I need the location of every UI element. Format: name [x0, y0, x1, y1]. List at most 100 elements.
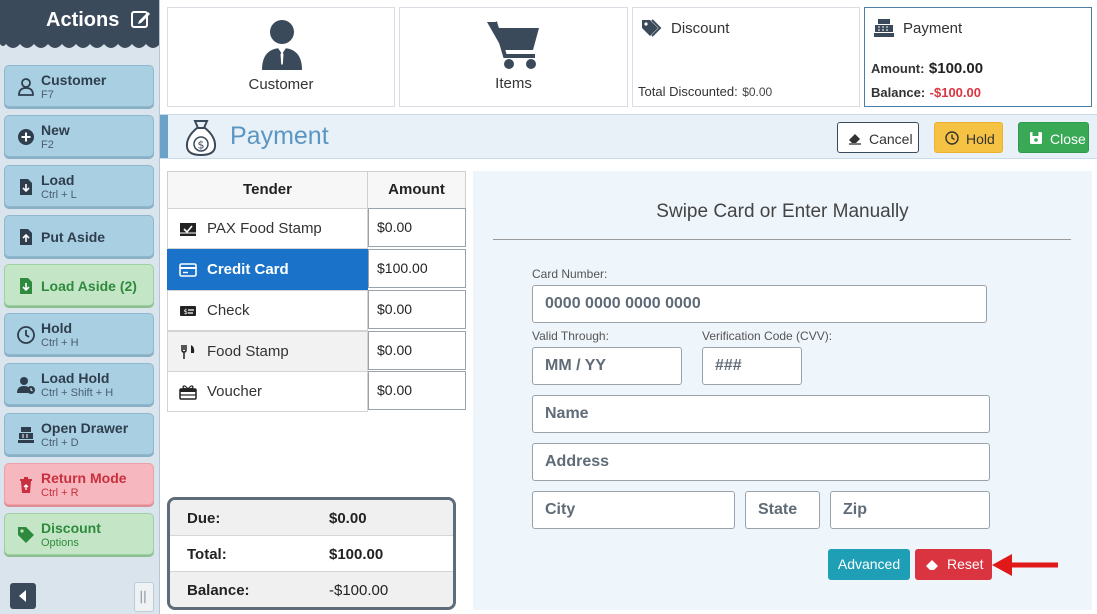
- balance-label: Balance:: [187, 582, 250, 599]
- card-number-label: Card Number:: [532, 267, 608, 281]
- payment-balance-value: -$100.00: [929, 85, 981, 100]
- reset-button[interactable]: Reset: [915, 549, 992, 580]
- payment-amount-label: Amount:: [871, 61, 925, 76]
- utensils-icon: [181, 345, 195, 359]
- name-input[interactable]: Name: [532, 395, 990, 433]
- card-entry-panel: Swipe Card or Enter Manually Card Number…: [473, 171, 1092, 610]
- svg-text:$: $: [198, 139, 205, 152]
- balance-value: -$100.00: [329, 582, 389, 599]
- items-card-label: Items: [495, 75, 532, 92]
- state-input[interactable]: State: [745, 491, 820, 529]
- sidebar-item-label: Return Mode: [41, 470, 127, 486]
- sidebar-item-open-drawer[interactable]: Open Drawer Ctrl + D: [4, 413, 154, 455]
- zip-input[interactable]: Zip: [830, 491, 990, 529]
- hold-button[interactable]: Hold: [934, 122, 1003, 153]
- clock-icon: [945, 131, 959, 145]
- due-label: Due:: [187, 510, 221, 527]
- payment-header-bar: $ Payment Cancel Hold Close: [160, 114, 1097, 159]
- sidebar-scallop: [0, 38, 159, 48]
- tender-row-food-stamp[interactable]: Food Stamp: [167, 331, 368, 372]
- sidebar-item-shortcut: Ctrl + Shift + H: [41, 387, 114, 399]
- address-input[interactable]: Address: [532, 443, 990, 481]
- sidebar-item-discount[interactable]: Discount Options: [4, 513, 154, 555]
- sidebar-item-return-mode[interactable]: Return Mode Ctrl + R: [4, 463, 154, 505]
- cancel-button-label: Cancel: [869, 131, 913, 147]
- file-download-icon: [20, 179, 32, 195]
- tender-row-check[interactable]: $ Check: [167, 290, 368, 331]
- tag-icon: [18, 527, 34, 543]
- sidebar-item-load[interactable]: Load Ctrl + L: [4, 165, 154, 207]
- tender-label: Check: [207, 302, 250, 319]
- valid-through-label: Valid Through:: [532, 329, 609, 343]
- sidebar-item-new[interactable]: New F2: [4, 115, 154, 157]
- sidebar-item-shortcut: Ctrl + H: [41, 337, 79, 349]
- payment-card[interactable]: Payment Amount: $100.00 Balance: -$100.0…: [864, 7, 1092, 107]
- cvv-input[interactable]: ###: [702, 347, 802, 385]
- sidebar-title: Actions: [46, 9, 120, 31]
- shopping-cart-icon: [487, 21, 539, 69]
- sidebar-resize-handle[interactable]: [134, 582, 154, 612]
- tender-row-pax-food-stamp[interactable]: PAX Food Stamp: [167, 208, 368, 249]
- cash-register-icon: [18, 427, 34, 443]
- advanced-button[interactable]: Advanced: [828, 549, 910, 580]
- sidebar-item-shortcut: Options: [41, 537, 79, 549]
- sidebar-item-load-hold[interactable]: Load Hold Ctrl + Shift + H: [4, 363, 154, 405]
- sidebar-item-label: Load Hold: [41, 370, 110, 386]
- items-card[interactable]: Items: [399, 7, 628, 107]
- sidebar-item-label: Open Drawer: [41, 420, 129, 436]
- gift-card-icon: [179, 385, 197, 400]
- city-input[interactable]: City: [532, 491, 735, 529]
- tender-amount-input[interactable]: $0.00: [368, 331, 466, 370]
- edit-icon[interactable]: [130, 8, 152, 30]
- tender-label: PAX Food Stamp: [207, 220, 322, 237]
- sidebar-item-put-aside[interactable]: Put Aside: [4, 215, 154, 257]
- user-tie-icon: [262, 20, 302, 70]
- sidebar-item-load-aside[interactable]: Load Aside (2): [4, 264, 154, 306]
- customer-card[interactable]: Customer: [167, 7, 395, 107]
- user-clock-icon: [17, 377, 35, 394]
- valid-through-input[interactable]: MM / YY: [532, 347, 682, 385]
- tender-row-voucher[interactable]: Voucher: [167, 371, 368, 412]
- actions-sidebar: Actions Customer F7 New F2 Load Ctrl + L…: [0, 0, 160, 614]
- tender-amount-input[interactable]: $0.00: [368, 208, 466, 247]
- close-button-label: Close: [1050, 131, 1086, 147]
- balance-row: Balance: -$100.00: [170, 572, 453, 607]
- amount-column-header: Amount: [367, 171, 466, 209]
- cash-register-icon: [874, 19, 894, 37]
- cvv-label: Verification Code (CVV):: [702, 329, 833, 343]
- total-label: Total:: [187, 546, 227, 563]
- tender-row-credit-card[interactable]: Credit Card: [167, 249, 368, 290]
- close-button[interactable]: Close: [1018, 122, 1089, 153]
- tags-icon: [642, 19, 662, 37]
- cancel-button[interactable]: Cancel: [837, 122, 919, 153]
- total-value: $100.00: [329, 546, 384, 563]
- collapse-sidebar-button[interactable]: [10, 583, 36, 609]
- card-number-input[interactable]: 0000 0000 0000 0000: [532, 285, 987, 323]
- tender-amount-input[interactable]: $0.00: [368, 371, 466, 410]
- sidebar-item-hold[interactable]: Hold Ctrl + H: [4, 313, 154, 355]
- inbox-check-icon: [180, 223, 196, 236]
- sidebar-item-shortcut: F7: [41, 89, 54, 101]
- sidebar-item-label: Load: [41, 172, 75, 188]
- tender-label: Food Stamp: [207, 343, 289, 360]
- total-discounted-row: Total Discounted: $0.00: [638, 83, 772, 101]
- tender-amount-input[interactable]: $100.00: [368, 249, 466, 288]
- eraser-icon: [849, 134, 861, 145]
- user-icon: [18, 78, 34, 96]
- tender-amount-input[interactable]: $0.00: [368, 290, 466, 329]
- discount-card[interactable]: Discount Total Discounted: $0.00: [632, 7, 860, 107]
- swipe-card-title: Swipe Card or Enter Manually: [656, 201, 909, 222]
- svg-text:$: $: [184, 308, 188, 316]
- sidebar-item-customer[interactable]: Customer F7: [4, 65, 154, 107]
- sidebar-item-label: Customer: [41, 72, 107, 88]
- grip-lines-icon: [140, 590, 146, 604]
- customer-card-label: Customer: [248, 76, 314, 93]
- total-row: Total: $100.00: [170, 536, 453, 572]
- sidebar-item-shortcut: Ctrl + R: [41, 487, 79, 499]
- caret-left-icon: [19, 590, 26, 602]
- sidebar-item-shortcut: Ctrl + L: [41, 189, 77, 201]
- payment-amount-value: $100.00: [928, 60, 984, 77]
- due-row: Due: $0.00: [170, 500, 453, 536]
- credit-card-icon: [179, 263, 197, 277]
- payment-card-label: Payment: [903, 20, 963, 37]
